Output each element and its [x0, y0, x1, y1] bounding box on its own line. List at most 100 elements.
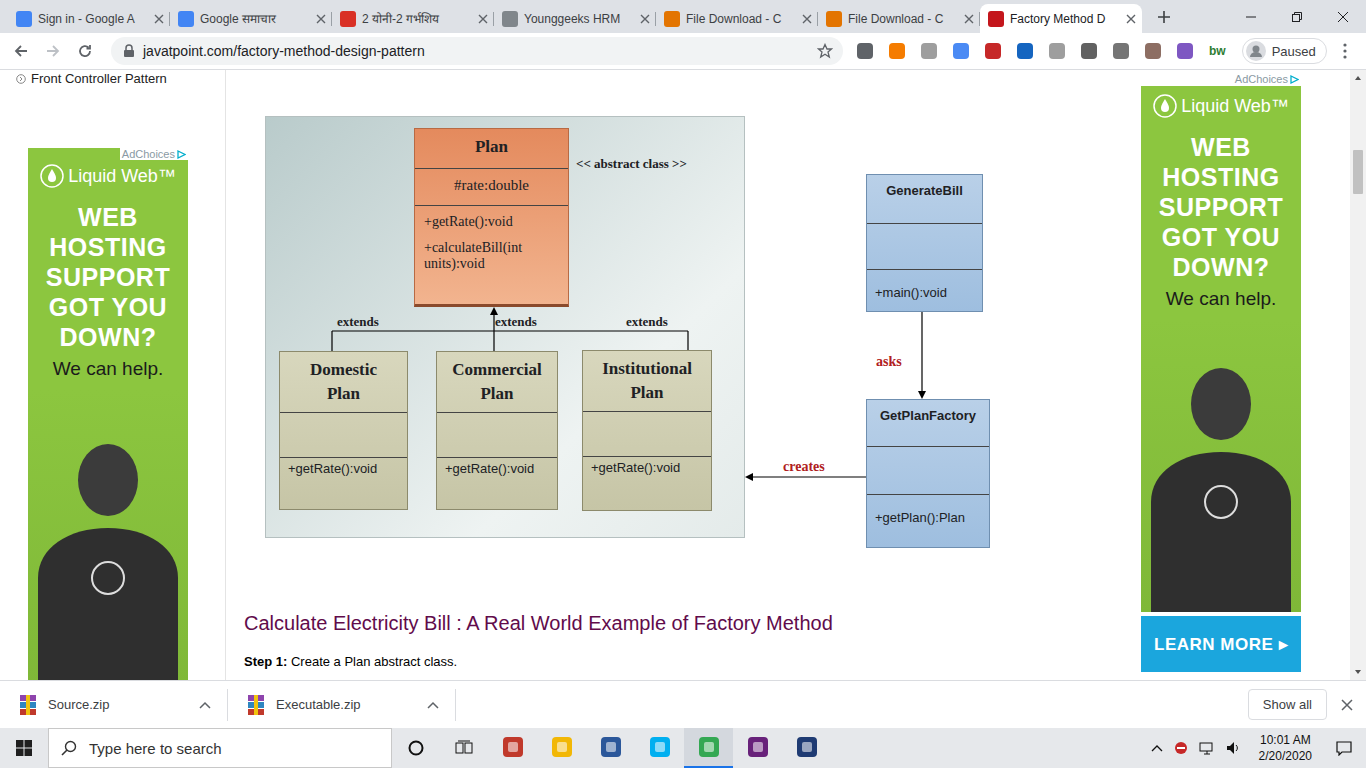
- extension-icon[interactable]: [953, 43, 969, 59]
- chevron-up-icon[interactable]: [199, 701, 211, 709]
- plus-icon: [1157, 10, 1171, 24]
- web-page: Front Controller PatternAdChoicesLiquid …: [0, 70, 1366, 680]
- archive-icon: [246, 694, 266, 716]
- article: Plan#rate:double+getRate():void+calculat…: [226, 70, 1130, 680]
- browser-tab[interactable]: Google समाचार: [170, 4, 332, 33]
- tab-title: Younggeeks HRM: [524, 12, 634, 26]
- extension-icon[interactable]: [1081, 43, 1097, 59]
- taskbar-app[interactable]: [488, 728, 537, 768]
- toolbar: javatpoint.com/factory-method-design-pat…: [0, 33, 1366, 70]
- tab-title: Sign in - Google A: [38, 12, 148, 26]
- back-button[interactable]: [7, 37, 35, 65]
- learn-more-button[interactable]: LEARN MORE ▸: [1141, 616, 1301, 672]
- taskbar-app[interactable]: [537, 728, 586, 768]
- chevron-up-icon[interactable]: [427, 701, 439, 709]
- ad-banner[interactable]: Liquid Web™WEB HOSTING SUPPORT GOT YOU D…: [1141, 86, 1301, 612]
- antivirus-icon[interactable]: [1173, 740, 1189, 756]
- close-tab-icon[interactable]: [154, 14, 164, 24]
- taskbar-app[interactable]: [586, 728, 635, 768]
- app-icon: [746, 735, 770, 759]
- minimize-button[interactable]: [1228, 0, 1274, 33]
- cortana-button[interactable]: [392, 728, 440, 768]
- close-icon[interactable]: [1341, 699, 1353, 711]
- tray-chevron-icon[interactable]: [1151, 744, 1163, 752]
- scroll-thumb[interactable]: [1353, 150, 1363, 194]
- ad-headline: WEB HOSTING SUPPORT GOT YOU DOWN?: [28, 202, 188, 352]
- extension-icon[interactable]: [985, 43, 1001, 59]
- start-button[interactable]: [0, 728, 48, 768]
- browser-tab[interactable]: Younggeeks HRM: [494, 4, 656, 33]
- extension-icon[interactable]: [1113, 43, 1129, 59]
- tab-title: Factory Method D: [1010, 12, 1120, 26]
- star-icon[interactable]: [817, 43, 833, 59]
- close-window-button[interactable]: [1320, 0, 1366, 33]
- taskbar-search[interactable]: Type here to search: [48, 728, 392, 768]
- extension-icon[interactable]: [889, 43, 905, 59]
- tab-strip: Sign in - Google A Google समाचार2 योनी-2 …: [0, 0, 1366, 33]
- close-tab-icon[interactable]: [802, 14, 812, 24]
- browser-tab[interactable]: File Download - C: [656, 4, 818, 33]
- class-attributes: #rate:double: [415, 168, 568, 205]
- creates-label: creates: [783, 459, 825, 475]
- system-tray: 10:01 AM2/20/2020: [1151, 732, 1366, 764]
- stereotype-label: << abstract class >>: [576, 156, 687, 172]
- extension-icon[interactable]: [1017, 43, 1033, 59]
- extension-icon[interactable]: [857, 43, 873, 59]
- ad-choices[interactable]: AdChoices: [1233, 72, 1301, 86]
- favicon-icon: [178, 11, 194, 27]
- extensions: bw: [857, 43, 1226, 59]
- taskbar-app[interactable]: [782, 728, 831, 768]
- browser-tab[interactable]: File Download - C: [818, 4, 980, 33]
- clock[interactable]: 10:01 AM2/20/2020: [1259, 732, 1312, 764]
- extension-icon[interactable]: [1177, 43, 1193, 59]
- extension-icon[interactable]: [1145, 43, 1161, 59]
- download-item[interactable]: Executable.zip: [228, 689, 456, 721]
- sidebar-item[interactable]: Front Controller Pattern: [0, 70, 225, 86]
- close-tab-icon[interactable]: [964, 14, 974, 24]
- scroll-down-icon[interactable]: [1350, 666, 1366, 678]
- scroll-up-icon[interactable]: [1350, 72, 1366, 84]
- subclass-node: Institutional Plan+getRate():void: [582, 350, 712, 511]
- favicon-icon: [340, 11, 356, 27]
- taskbar-app[interactable]: [733, 728, 782, 768]
- task-view-icon: [455, 740, 473, 756]
- volume-icon[interactable]: [1225, 740, 1241, 756]
- minimize-icon: [1245, 11, 1257, 23]
- restore-button[interactable]: [1274, 0, 1320, 33]
- network-icon[interactable]: [1199, 740, 1215, 756]
- page-scrollbar[interactable]: [1350, 70, 1366, 680]
- close-tab-icon[interactable]: [478, 14, 488, 24]
- app-icon: [550, 735, 574, 759]
- browser-tab[interactable]: Factory Method D: [980, 4, 1142, 33]
- taskbar-app[interactable]: [635, 728, 684, 768]
- ad-banner[interactable]: AdChoicesLiquid Web™WEB HOSTING SUPPORT …: [28, 148, 188, 680]
- extension-icon[interactable]: bw: [1209, 44, 1226, 58]
- show-all-button[interactable]: Show all: [1248, 689, 1327, 720]
- ad-choices[interactable]: AdChoices: [120, 148, 188, 160]
- address-bar[interactable]: javatpoint.com/factory-method-design-pat…: [111, 37, 843, 65]
- archive-icon: [18, 694, 38, 716]
- forward-button[interactable]: [39, 37, 67, 65]
- favicon-icon: [502, 11, 518, 27]
- close-tab-icon[interactable]: [640, 14, 650, 24]
- browser-tab[interactable]: Sign in - Google A: [8, 4, 170, 33]
- new-tab-button[interactable]: [1150, 3, 1178, 31]
- browser-tab[interactable]: 2 योनी-2 गर्भशिय: [332, 4, 494, 33]
- close-tab-icon[interactable]: [1126, 14, 1136, 24]
- menu-icon[interactable]: [1343, 43, 1347, 59]
- close-tab-icon[interactable]: [316, 14, 326, 24]
- extension-icon[interactable]: [921, 43, 937, 59]
- task-view-button[interactable]: [440, 728, 488, 768]
- download-item[interactable]: Source.zip: [0, 689, 228, 721]
- step-text: Step 1: Create a Plan abstract class.: [244, 654, 1130, 669]
- favicon-icon: [988, 11, 1004, 27]
- back-arrow-icon: [13, 43, 29, 59]
- class-attributes: [583, 411, 711, 456]
- notification-icon[interactable]: [1336, 740, 1352, 756]
- reload-button[interactable]: [71, 37, 99, 65]
- reload-icon: [77, 43, 93, 59]
- url-text: javatpoint.com/factory-method-design-pat…: [143, 43, 809, 59]
- extension-icon[interactable]: [1049, 43, 1065, 59]
- taskbar-app[interactable]: [684, 728, 733, 768]
- profile-button[interactable]: Paused: [1242, 38, 1327, 64]
